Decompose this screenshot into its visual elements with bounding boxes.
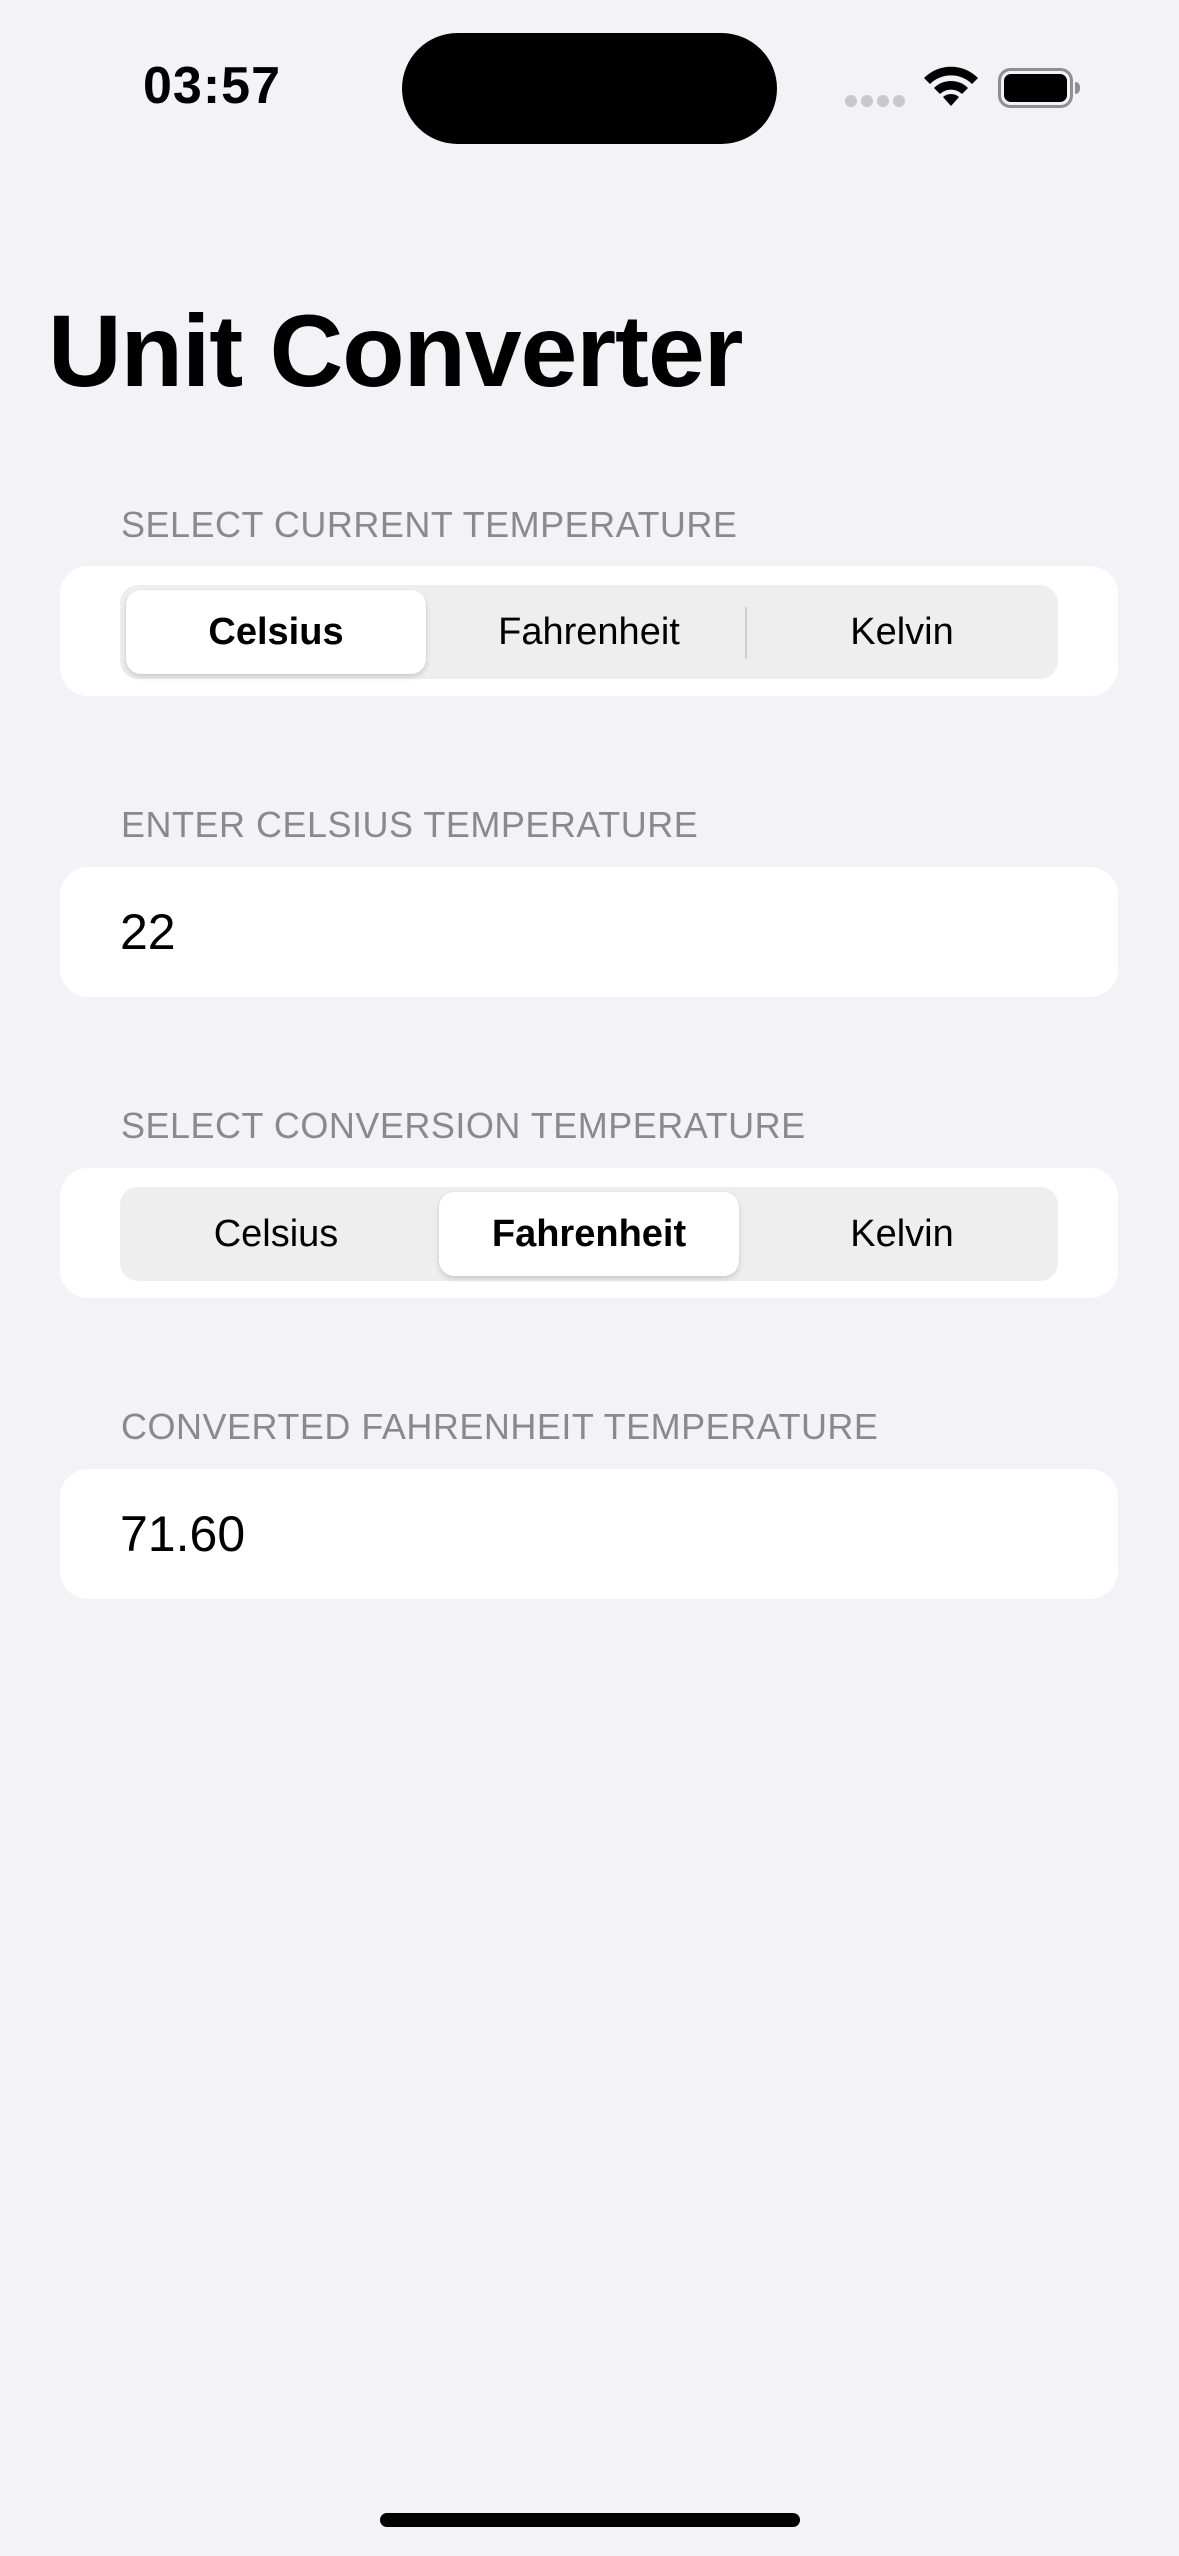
converted-temperature-card: 71.60 [60,1469,1118,1599]
current-unit-segmented-control: Celsius Fahrenheit Kelvin [120,585,1058,679]
temperature-input-field[interactable]: 22 [120,867,1060,997]
current-unit-celsius-segment[interactable]: Celsius [126,590,426,674]
current-temperature-card: Celsius Fahrenheit Kelvin [60,566,1118,696]
segment-divider [745,607,747,659]
conversion-unit-celsius-segment[interactable]: Celsius [126,1192,426,1276]
page-title: Unit Converter [48,294,743,408]
home-indicator[interactable] [380,2513,800,2527]
conversion-temperature-header: SELECT CONVERSION TEMPERATURE [121,1105,806,1146]
current-unit-kelvin-segment[interactable]: Kelvin [752,590,1052,674]
dynamic-island [402,33,777,144]
wifi-icon [924,66,978,106]
conversion-unit-segmented-control: Celsius Fahrenheit Kelvin [120,1187,1058,1281]
conversion-unit-fahrenheit-segment[interactable]: Fahrenheit [439,1192,739,1276]
current-temperature-header: SELECT CURRENT TEMPERATURE [121,504,738,545]
current-unit-fahrenheit-segment[interactable]: Fahrenheit [439,590,739,674]
converted-temperature-header: CONVERTED FAHRENHEIT TEMPERATURE [121,1406,879,1447]
conversion-temperature-card: Celsius Fahrenheit Kelvin [60,1168,1118,1298]
cellular-signal-icon [845,95,905,107]
input-temperature-card: 22 [60,867,1118,997]
conversion-unit-kelvin-segment[interactable]: Kelvin [752,1192,1052,1276]
status-time: 03:57 [143,57,281,115]
input-temperature-header: ENTER CELSIUS TEMPERATURE [121,804,699,845]
battery-icon [998,68,1080,108]
converted-temperature-value: 71.60 [120,1506,246,1562]
